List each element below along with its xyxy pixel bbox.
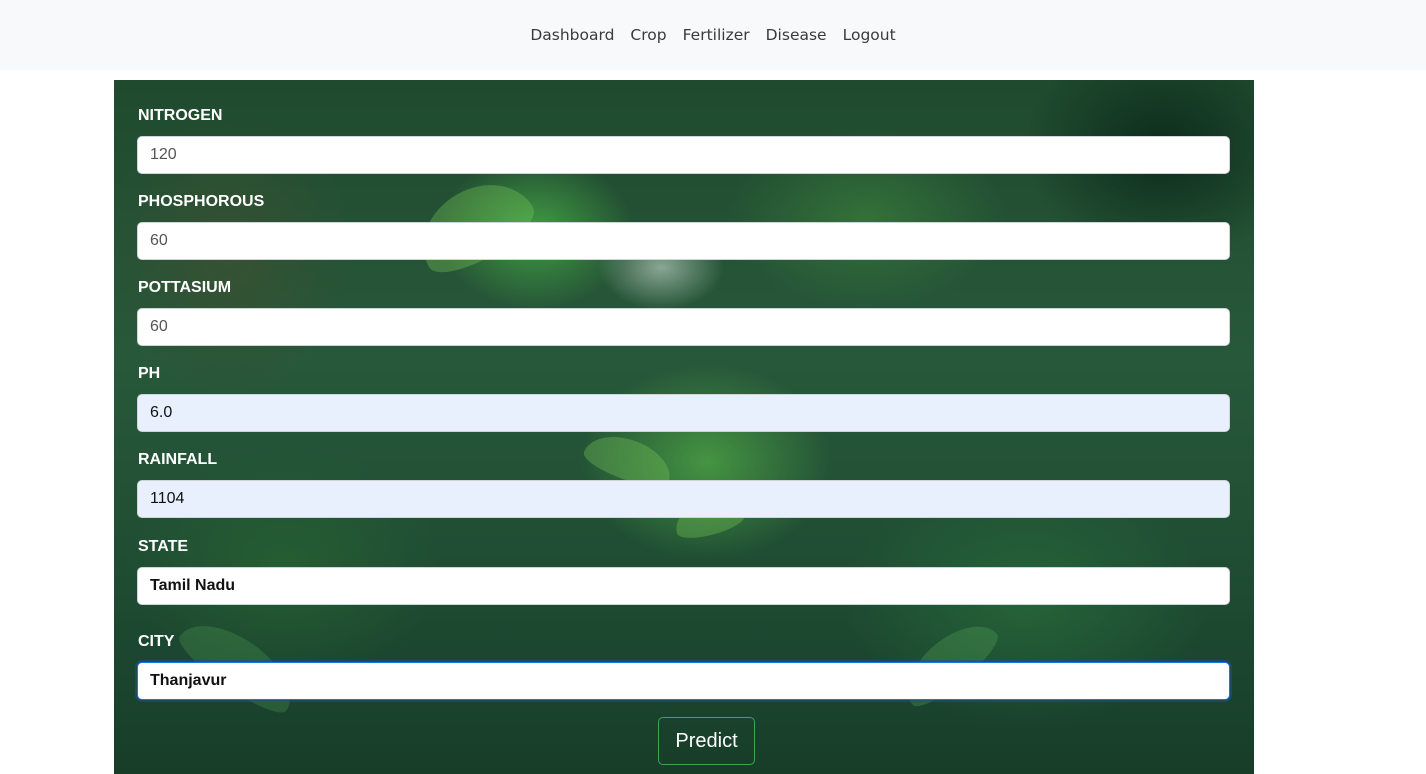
nitrogen-input[interactable] (137, 136, 1230, 174)
nitrogen-label: NITROGEN (138, 107, 223, 124)
ph-label: PH (138, 365, 161, 382)
rainfall-input[interactable] (137, 480, 1230, 518)
pottasium-label: POTTASIUM (138, 279, 232, 296)
nav-logout-link[interactable]: Logout (843, 26, 896, 44)
nav-fertilizer-link[interactable]: Fertilizer (683, 26, 750, 44)
pottasium-input[interactable] (137, 308, 1230, 346)
predict-button[interactable]: Predict (658, 717, 755, 765)
state-select[interactable] (137, 567, 1230, 605)
top-navbar: Dashboard Crop Fertilizer Disease Logout (0, 0, 1426, 70)
city-label: CITY (138, 633, 175, 650)
rainfall-label: RAINFALL (138, 451, 218, 468)
nav-links: Dashboard Crop Fertilizer Disease Logout (530, 26, 895, 44)
form-panel-background: NITROGEN PHOSPHOROUS POTTASIUM PH RAINFA… (114, 80, 1254, 774)
phosphorous-label: PHOSPHOROUS (138, 193, 265, 210)
ph-input[interactable] (137, 394, 1230, 432)
nav-crop-link[interactable]: Crop (630, 26, 666, 44)
nav-disease-link[interactable]: Disease (766, 26, 827, 44)
phosphorous-input[interactable] (137, 222, 1230, 260)
state-label: STATE (138, 538, 189, 555)
nav-dashboard-link[interactable]: Dashboard (530, 26, 614, 44)
city-select[interactable] (137, 662, 1230, 700)
